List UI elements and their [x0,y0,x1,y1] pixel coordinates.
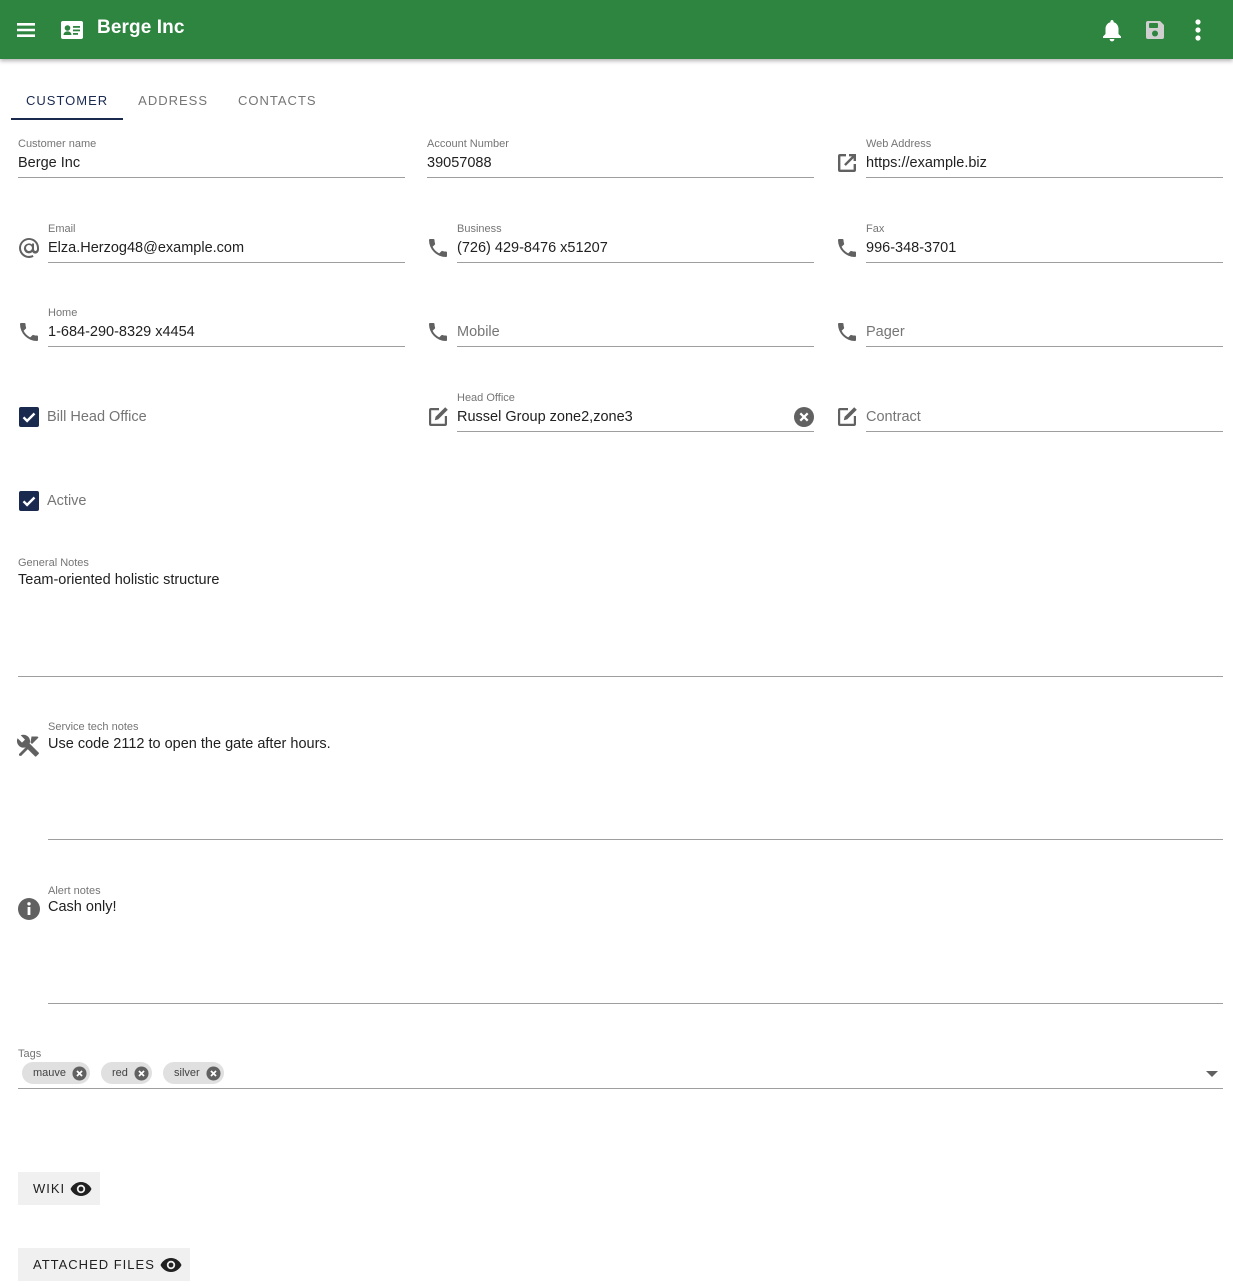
contract-placeholder: Contract [866,409,921,425]
save-button[interactable] [1141,0,1169,59]
bill-head-office-label: Bill Head Office [47,409,147,425]
clear-icon[interactable] [793,406,815,428]
attached-files-button[interactable]: ATTACHED FILES [18,1248,190,1281]
menu-icon [17,22,35,37]
remove-tag-icon[interactable] [134,1065,149,1081]
service-tech-notes-value: Use code 2112 to open the gate after hou… [48,736,331,752]
edit-icon[interactable] [426,405,450,429]
service-tech-notes-label: Service tech notes [48,721,139,733]
notifications-button[interactable] [1098,0,1126,59]
dropdown-arrow-icon[interactable] [1205,1069,1219,1079]
more-options-button[interactable] [1184,0,1212,59]
tag-chip: mauve [22,1062,91,1084]
pager-placeholder: Pager [866,324,905,340]
more-vert-icon [1195,18,1201,41]
active-label: Active [47,493,87,509]
tag-chip: red [101,1062,152,1084]
tag-chip: silver [163,1062,224,1084]
account-number-field[interactable]: Account Number 39057088 [427,138,814,178]
tags-label: Tags [18,1048,42,1060]
check-icon [22,496,36,507]
service-tech-notes-field[interactable]: Service tech notes Use code 2112 to open… [48,721,1223,840]
fax-field[interactable]: Fax 996-348-3701 [866,223,1223,263]
phone-icon [838,239,856,257]
tag-chip-label: red [112,1067,128,1079]
business-phone-label: Business [457,223,502,235]
home-phone-label: Home [48,307,78,319]
bell-icon [1103,19,1121,41]
fax-value: 996-348-3701 [866,240,957,256]
alert-notes-field[interactable]: Alert notes Cash only! [48,885,1223,1004]
edit-icon[interactable] [835,405,859,429]
remove-tag-icon[interactable] [206,1065,221,1081]
phone-icon [429,323,447,341]
open-link-icon[interactable] [835,151,859,175]
business-phone-field[interactable]: Business (726) 429-8476 x51207 [457,223,814,263]
general-notes-label: General Notes [18,557,89,569]
email-label: Email [48,223,76,235]
wiki-button-label: WIKI [33,1181,66,1196]
phone-icon [20,323,38,341]
pager-field[interactable]: Pager [866,307,1223,347]
account-number-label: Account Number [427,138,509,150]
email-field[interactable]: Email Elza.Herzog48@example.com [48,223,405,263]
check-icon [22,412,36,423]
contact-card-icon [58,0,86,59]
contract-field[interactable]: Contract [866,392,1223,432]
mobile-phone-field[interactable]: Mobile [457,307,814,347]
home-phone-value: 1-684-290-8329 x4454 [48,324,195,340]
attached-files-button-label: ATTACHED FILES [33,1257,155,1272]
head-office-value: Russel Group zone2,zone3 [457,409,633,425]
alert-notes-label: Alert notes [48,885,101,897]
remove-tag-icon[interactable] [72,1065,87,1081]
save-icon [1146,20,1164,39]
info-icon [18,898,40,920]
tab-customer[interactable]: CUSTOMER [11,80,124,120]
customer-name-field[interactable]: Customer name Berge Inc [18,138,405,178]
bill-head-office-checkbox[interactable] [19,407,39,427]
account-number-value: 39057088 [427,155,492,171]
head-office-field[interactable]: Head Office Russel Group zone2,zone3 [457,392,814,432]
customer-name-label: Customer name [18,138,97,150]
phone-icon [838,323,856,341]
general-notes-field[interactable]: General Notes Team-oriented holistic str… [18,557,1223,677]
web-address-value: https://example.biz [866,155,987,171]
home-phone-field[interactable]: Home 1-684-290-8329 x4454 [48,307,405,347]
customer-name-value: Berge Inc [18,155,81,171]
tag-chip-label: mauve [33,1067,67,1079]
tab-address[interactable]: ADDRESS [123,80,223,120]
phone-icon [429,239,447,257]
tab-bar: CUSTOMER ADDRESS CONTACTS [11,80,332,120]
business-phone-value: (726) 429-8476 x51207 [457,240,608,256]
eye-icon [70,1181,92,1196]
tab-contacts[interactable]: CONTACTS [223,80,332,120]
eye-icon [160,1257,182,1272]
tag-chip-label: silver [174,1067,200,1079]
mobile-phone-placeholder: Mobile [457,324,500,340]
general-notes-value: Team-oriented holistic structure [18,572,220,588]
tools-icon [17,734,39,757]
wiki-button[interactable]: WIKI [18,1172,101,1205]
head-office-label: Head Office [457,392,515,404]
app-title: Berge Inc [97,17,185,38]
fax-label: Fax [866,223,885,235]
web-address-field[interactable]: Web Address https://example.biz [866,138,1223,178]
active-checkbox[interactable] [19,491,39,511]
menu-button[interactable] [6,0,46,59]
web-address-label: Web Address [866,138,932,150]
alert-notes-value: Cash only! [48,899,117,915]
email-icon [19,238,39,258]
app-bar: Berge Inc [0,0,1233,59]
email-value: Elza.Herzog48@example.com [48,240,245,256]
